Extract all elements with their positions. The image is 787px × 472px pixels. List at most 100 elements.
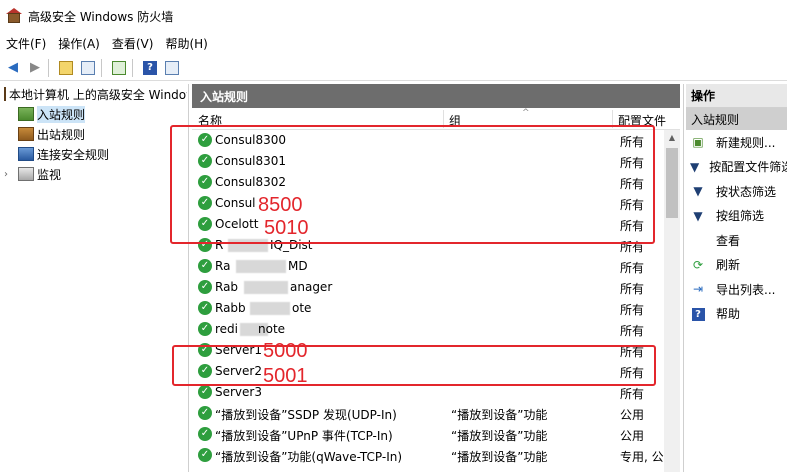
rule-name-suffix: ote [292,301,312,315]
sort-ascending-icon: ^ [522,108,530,118]
enabled-check-icon: ✓ [198,280,212,294]
menu-help[interactable]: 帮助(H) [159,35,213,52]
tree-item-outbound-rules[interactable]: 出站规则 [0,124,187,144]
rule-group: “播放到设备”功能 [451,429,548,443]
back-arrow-icon[interactable]: ◀ [4,59,22,77]
scroll-up-arrow-icon[interactable]: ▲ [664,130,680,146]
rules-pane-header: 入站规则 [192,84,680,108]
action-refresh[interactable]: ⟳ 刷新 [686,253,787,278]
action-help[interactable]: ? 帮助 [686,302,787,327]
chevron-right-icon[interactable]: › [4,169,18,180]
rule-profile: 公用 [620,408,645,422]
action-label: 按状态筛选 [716,184,777,199]
tree-item-label: 连接安全规则 [37,147,110,162]
toolbar-separator [48,58,49,77]
rule-name: Ra [215,259,231,273]
toolbar-separator [101,58,102,77]
rule-name: redi [215,322,239,336]
action-new-rule[interactable]: ▣ 新建规则... [686,130,787,155]
tree-item-label: 监视 [37,167,62,182]
action-view[interactable]: 查看 [686,228,787,253]
table-row[interactable]: ✓ Ra MD 所有 [192,256,680,277]
new-rule-icon: ▣ [692,135,704,150]
enabled-check-icon: ✓ [198,427,212,441]
tree-root-label: 本地计算机 上的高级安全 Windows [9,87,187,102]
export-icon: ⇥ [692,282,704,297]
menu-bar: 文件(F) 操作(A) 查看(V) 帮助(H) [0,32,787,54]
rule-name: Rabb [215,301,246,315]
toolbar-separator [132,58,133,77]
rule-name: “播放到设备”SSDP 发现(UDP-In) [215,408,397,422]
action-label: 按配置文件筛选 [709,160,787,175]
table-row[interactable]: ✓ “播放到设备”功能(qWave-TCP-In) “播放到设备”功能 专用, 公 [192,445,680,466]
navigation-tree: 本地计算机 上的高级安全 Windows 入站规则 出站规则 连接安全规则 › … [0,84,187,472]
annotation-highlight-box [172,345,656,386]
rule-profile: 所有 [620,324,645,338]
monitor-icon [18,167,34,181]
action-filter-by-group[interactable]: ▼ 按组筛选 [686,204,787,229]
rule-name: Server3 [215,385,262,399]
show-hide-tree-icon[interactable] [79,59,97,77]
annotation-port-label: 5001 [263,365,308,387]
action-filter-by-profile[interactable]: ▼ 按配置文件筛选 [686,155,787,180]
rule-group: “播放到设备”功能 [451,450,548,464]
menu-view[interactable]: 查看(V) [106,35,160,52]
tree-item-label: 入站规则 [37,105,86,123]
enabled-check-icon: ✓ [198,322,212,336]
action-export-list[interactable]: ⇥ 导出列表... [686,277,787,302]
rule-profile: 所有 [620,303,645,317]
rule-profile: 所有 [620,261,645,275]
action-label: 查看 [716,233,741,248]
help-icon[interactable]: ? [141,59,159,77]
help-icon: ? [690,306,706,322]
tree-item-inbound-rules[interactable]: 入站规则 [0,104,187,124]
menu-file[interactable]: 文件(F) [0,35,52,52]
tree-root[interactable]: 本地计算机 上的高级安全 Windows [0,84,187,104]
redaction-blur [236,260,286,273]
table-row[interactable]: ✓ Rabb ote 所有 [192,298,680,319]
action-filter-by-state[interactable]: ▼ 按状态筛选 [686,179,787,204]
vertical-scrollbar[interactable]: ▲ [664,130,680,472]
window-title: 高级安全 Windows 防火墙 [28,9,174,24]
table-row[interactable]: ✓ redi note 所有 [192,319,680,340]
export-icon[interactable] [110,59,128,77]
filter-icon: ▼ [690,159,700,174]
actions-section-title[interactable]: 入站规则 [686,108,787,130]
annotation-port-label: 8500 [258,194,303,216]
pane-divider[interactable] [683,84,684,472]
show-action-pane-icon[interactable] [163,59,181,77]
firewall-root-icon [4,87,6,101]
rule-group: “播放到设备”功能 [451,408,548,422]
table-row[interactable]: ✓ “播放到设备”SSDP 发现(UDP-In) “播放到设备”功能 公用 [192,403,680,424]
scroll-thumb[interactable] [666,148,678,218]
enabled-check-icon: ✓ [198,259,212,273]
title-bar: 高级安全 Windows 防火墙 [0,0,787,32]
annotation-port-label: 5010 [264,217,309,239]
rule-name-suffix: anager [290,280,333,294]
up-folder-icon[interactable] [57,59,75,77]
enabled-check-icon: ✓ [198,301,212,315]
enabled-check-icon: ✓ [198,448,212,462]
refresh-icon: ⟳ [692,257,704,272]
action-label: 帮助 [716,307,741,322]
menu-action[interactable]: 操作(A) [52,35,106,52]
rule-name-suffix: MD [288,259,308,273]
inbound-rules-icon [18,107,34,121]
tree-item-label: 出站规则 [37,127,86,142]
tree-item-monitor[interactable]: › 监视 [0,164,187,184]
table-row[interactable]: ✓ Rab anager 所有 [192,277,680,298]
actions-header: 操作 [686,84,787,108]
action-label: 导出列表... [716,282,776,297]
action-label: 新建规则... [716,135,776,150]
redaction-blur [250,302,290,315]
rule-name: Rab [215,280,239,294]
rule-profile: 专用, 公 [620,450,664,464]
table-row[interactable]: ✓ “播放到设备”UPnP 事件(TCP-In) “播放到设备”功能 公用 [192,424,680,445]
rule-name-suffix: note [258,322,286,336]
action-label: 按组筛选 [716,209,765,224]
tree-item-connection-security[interactable]: 连接安全规则 [0,144,187,164]
firewall-app-icon [6,8,22,24]
rule-profile: 所有 [620,282,645,296]
actions-pane: 操作 入站规则 ▣ 新建规则... ▼ 按配置文件筛选 ▼ 按状态筛选 ▼ 按组筛选 查… [686,84,787,472]
forward-arrow-icon[interactable]: ▶ [26,59,44,77]
